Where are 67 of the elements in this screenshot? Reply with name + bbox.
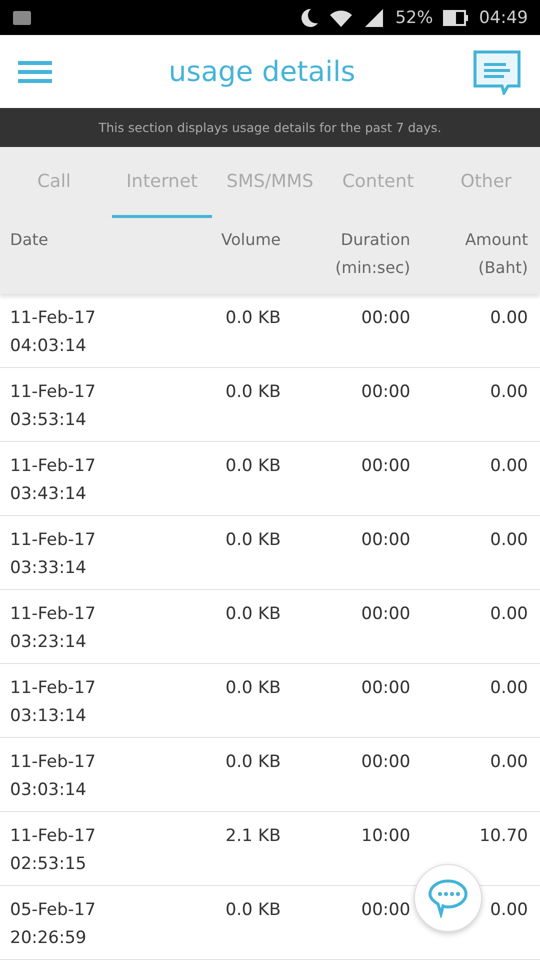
time-cell-text: 03:13:14 (10, 705, 86, 728)
table-cell-text: 0.0 KB (226, 455, 281, 478)
date-cell-text: 11-Feb-17 (10, 751, 96, 774)
table-cell-text: 0.00 (490, 455, 528, 478)
date-cell-text: 11-Feb-17 (10, 307, 96, 330)
table-cell-text: 0.0 KB (226, 529, 281, 552)
battery-percent: 52% (395, 8, 433, 28)
table-cell-text: 10.70 (479, 825, 528, 848)
table-cell-text: 0.0 KB (226, 381, 281, 404)
time-cell-text: 03:23:14 (10, 631, 86, 654)
table-cell-text: 0.0 KB (226, 307, 281, 330)
date-cell-text: 11-Feb-17 (10, 381, 96, 404)
table-cell-text: 0.00 (490, 381, 528, 404)
date-cell-text: 11-Feb-17 (10, 677, 96, 700)
table-cell-text: 0.00 (490, 603, 528, 626)
column-header: Date (10, 229, 48, 251)
column-header: Amount (465, 229, 528, 251)
time-cell-text: 04:03:14 (10, 335, 86, 358)
table-cell-text: 0.00 (490, 307, 528, 330)
table-cell-text: 10:00 (361, 825, 410, 848)
table-cell-text: 0.00 (490, 751, 528, 774)
table-cell-text: 2.1 KB (226, 825, 281, 848)
table-cell-text: 0.00 (490, 677, 528, 700)
column-header: Volume (221, 229, 281, 251)
table-cell-text: 00:00 (361, 455, 410, 478)
chat-button[interactable] (414, 864, 482, 932)
moon-icon (301, 8, 320, 28)
date-cell-text: 11-Feb-17 (10, 455, 96, 478)
column-header: Duration (340, 229, 410, 251)
table-cell-text: 00:00 (361, 381, 410, 404)
message-button[interactable] (472, 48, 522, 95)
wifi-icon (329, 8, 354, 28)
column-unit: (Baht) (478, 257, 528, 279)
table-cell-text: 0.00 (490, 529, 528, 552)
date-cell-text: 11-Feb-17 (10, 603, 96, 626)
table-cell-text: 0.0 KB (226, 603, 281, 626)
time-cell-text: 03:43:14 (10, 483, 86, 506)
table-cell-text: 00:00 (361, 899, 410, 922)
time-cell-text: 02:53:15 (10, 853, 86, 876)
table-cell-text: 00:00 (361, 603, 410, 626)
page-title: usage details (168, 55, 356, 88)
table-cell-text: 00:00 (361, 529, 410, 552)
table-cell-text: 00:00 (361, 677, 410, 700)
time-cell-text: 03:53:14 (10, 409, 86, 432)
notice-banner: This section displays usage details for the past 7 days. (0, 108, 540, 148)
gallery-icon (12, 10, 32, 26)
table-cell-text: 00:00 (361, 307, 410, 330)
tab[interactable]: Other (436, 147, 536, 218)
tab[interactable]: Content (328, 147, 428, 218)
time-cell-text: 03:03:14 (10, 779, 86, 802)
table-cell-text: 0.0 KB (226, 751, 281, 774)
time-cell-text: 20:26:59 (10, 927, 86, 950)
tab[interactable]: Call (4, 147, 104, 218)
battery-icon (443, 10, 469, 26)
clock-time: 04:49 (479, 8, 528, 28)
table-cell-text: 0.0 KB (226, 899, 281, 922)
signal-icon (363, 8, 386, 28)
speech-bubble-icon (427, 878, 469, 918)
table-cell-text: 0.00 (490, 899, 528, 922)
date-cell-text: 05-Feb-17 (10, 899, 96, 922)
time-cell-text: 03:33:14 (10, 557, 86, 580)
column-unit: (min:sec) (335, 257, 410, 279)
date-cell-text: 11-Feb-17 (10, 825, 96, 848)
date-cell-text: 11-Feb-17 (10, 529, 96, 552)
table-cell-text: 0.0 KB (226, 677, 281, 700)
tab[interactable]: SMS/MMS (220, 147, 320, 218)
table-cell-text: 00:00 (361, 751, 410, 774)
